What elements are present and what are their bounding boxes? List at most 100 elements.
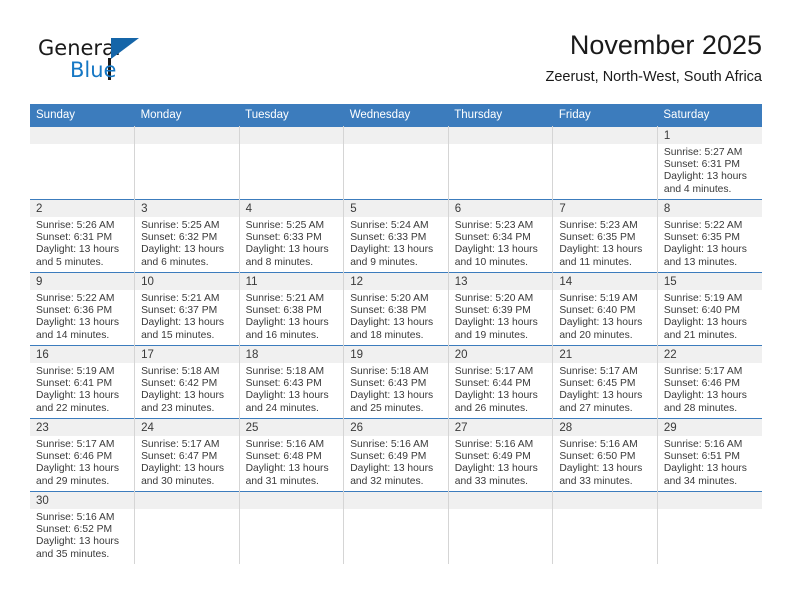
calendar-day-cell[interactable]: 1 Sunrise: 5:27 AM Sunset: 6:31 PM Daylight… xyxy=(657,126,762,200)
sunrise-line: Sunrise: 5:18 AM xyxy=(245,366,325,377)
sunrise-line: Sunrise: 5:21 AM xyxy=(141,293,220,304)
daylight-line: Daylight: 13 hours xyxy=(663,244,747,256)
day-number xyxy=(239,127,344,144)
calendar-day-cell[interactable]: 9 Sunrise: 5:22 AM Sunset: 6:36 PM Daylight… xyxy=(30,272,136,346)
calendar-day-cell[interactable]: 15 Sunrise: 5:19 AM Sunset: 6:40 PM Dayligh… xyxy=(657,272,762,346)
calendar-day-cell[interactable]: 19 Sunrise: 5:18 AM Sunset: 6:43 PM Dayligh… xyxy=(343,345,449,419)
day-details: Sunrise: 5:18 AM Sunset: 6:43 PM Daylight:… xyxy=(240,363,344,415)
calendar-day-cell[interactable]: 24 Sunrise: 5:17 AM Sunset: 6:47 PM Dayligh… xyxy=(134,418,240,492)
calendar-empty-cell xyxy=(552,126,658,200)
calendar-day-cell[interactable]: 4 Sunrise: 5:25 AM Sunset: 6:33 PM Daylight… xyxy=(239,199,345,273)
calendar-week-row: 23 Sunrise: 5:17 AM Sunset: 6:46 PM Dayligh… xyxy=(30,418,762,492)
sunset-line: Sunset: 6:49 PM xyxy=(350,451,427,463)
day-details: Sunrise: 5:16 AM Sunset: 6:50 PM Daylight:… xyxy=(553,436,657,488)
weekday-header-sunday: Sunday xyxy=(30,104,135,127)
calendar-day-cell[interactable]: 2 Sunrise: 5:26 AM Sunset: 6:31 PM Daylight… xyxy=(30,199,136,273)
sunset-line: Sunset: 6:45 PM xyxy=(559,378,636,390)
title-block: November 2025 Zeerust, North-West, South… xyxy=(545,28,762,88)
sunset-line: Sunset: 6:43 PM xyxy=(245,378,322,390)
calendar-day-cell[interactable]: 6 Sunrise: 5:23 AM Sunset: 6:34 PM Daylight… xyxy=(448,199,554,273)
sunrise-line: Sunrise: 5:26 AM xyxy=(36,220,115,231)
calendar-day-cell[interactable]: 25 Sunrise: 5:16 AM Sunset: 6:48 PM Dayligh… xyxy=(239,418,345,492)
daylight-line-2: and 15 minutes. xyxy=(141,329,215,341)
calendar-day-cell[interactable]: 12 Sunrise: 5:20 AM Sunset: 6:38 PM Dayligh… xyxy=(343,272,449,346)
daylight-line: Daylight: 13 hours xyxy=(245,390,329,402)
daylight-line-2: and 23 minutes. xyxy=(141,402,215,414)
daylight-line: Daylight: 13 hours xyxy=(559,317,643,329)
page-header: General Blue November 2025 Zeerust, Nort… xyxy=(30,28,762,98)
day-number xyxy=(344,492,448,509)
calendar-day-cell[interactable]: 27 Sunrise: 5:16 AM Sunset: 6:49 PM Dayligh… xyxy=(448,418,554,492)
calendar-empty-cell xyxy=(134,126,240,200)
weekday-header-saturday: Saturday xyxy=(657,104,762,127)
sunset-line: Sunset: 6:42 PM xyxy=(141,378,218,390)
sunrise-line: Sunrise: 5:16 AM xyxy=(559,439,638,450)
calendar-day-cell[interactable]: 20 Sunrise: 5:17 AM Sunset: 6:44 PM Dayligh… xyxy=(448,345,554,419)
calendar-day-cell[interactable]: 22 Sunrise: 5:17 AM Sunset: 6:46 PM Dayligh… xyxy=(657,345,762,419)
calendar-day-cell[interactable]: 28 Sunrise: 5:16 AM Sunset: 6:50 PM Dayligh… xyxy=(552,418,658,492)
day-details: Sunrise: 5:22 AM Sunset: 6:36 PM Daylight:… xyxy=(30,290,134,342)
calendar-day-cell[interactable]: 3 Sunrise: 5:25 AM Sunset: 6:32 PM Daylight… xyxy=(134,199,240,273)
day-number: 29 xyxy=(657,419,762,436)
day-details: Sunrise: 5:16 AM Sunset: 6:48 PM Daylight:… xyxy=(240,436,344,488)
calendar-empty-cell xyxy=(134,491,240,564)
calendar-day-cell[interactable]: 11 Sunrise: 5:21 AM Sunset: 6:38 PM Dayligh… xyxy=(239,272,345,346)
sunset-line: Sunset: 6:33 PM xyxy=(245,232,322,244)
day-number: 24 xyxy=(135,419,239,436)
calendar-day-cell[interactable]: 14 Sunrise: 5:19 AM Sunset: 6:40 PM Dayligh… xyxy=(552,272,658,346)
calendar-empty-cell xyxy=(30,126,136,200)
calendar-day-cell[interactable]: 7 Sunrise: 5:23 AM Sunset: 6:35 PM Daylight… xyxy=(552,199,658,273)
sunrise-line: Sunrise: 5:21 AM xyxy=(245,293,325,304)
day-details: Sunrise: 5:24 AM Sunset: 6:33 PM Daylight:… xyxy=(344,217,448,269)
day-number: 30 xyxy=(30,492,135,509)
daylight-line-2: and 4 minutes. xyxy=(663,183,732,195)
calendar-day-cell[interactable]: 17 Sunrise: 5:18 AM Sunset: 6:42 PM Dayligh… xyxy=(134,345,240,419)
sunset-line: Sunset: 6:48 PM xyxy=(245,451,322,463)
sunset-line: Sunset: 6:31 PM xyxy=(36,232,113,244)
daylight-line: Daylight: 13 hours xyxy=(141,317,225,329)
day-number xyxy=(239,492,344,509)
daylight-line-2: and 27 minutes. xyxy=(559,402,633,414)
day-details: Sunrise: 5:16 AM Sunset: 6:49 PM Daylight:… xyxy=(449,436,553,488)
calendar-day-cell[interactable]: 18 Sunrise: 5:18 AM Sunset: 6:43 PM Dayligh… xyxy=(239,345,345,419)
sunrise-line: Sunrise: 5:25 AM xyxy=(141,220,220,231)
sunrise-line: Sunrise: 5:22 AM xyxy=(36,293,115,304)
calendar-day-cell[interactable]: 30 Sunrise: 5:16 AM Sunset: 6:52 PM Dayligh… xyxy=(30,491,136,564)
day-details: Sunrise: 5:26 AM Sunset: 6:31 PM Daylight:… xyxy=(30,217,134,269)
calendar-day-cell[interactable]: 8 Sunrise: 5:22 AM Sunset: 6:35 PM Daylight… xyxy=(657,199,762,273)
calendar-header-row: Sunday Monday Tuesday Wednesday Thursday Frid… xyxy=(30,104,762,127)
calendar-day-cell[interactable]: 23 Sunrise: 5:17 AM Sunset: 6:46 PM Dayligh… xyxy=(30,418,136,492)
day-number: 21 xyxy=(553,346,657,363)
calendar-day-cell[interactable]: 10 Sunrise: 5:21 AM Sunset: 6:37 PM Dayligh… xyxy=(134,272,240,346)
sunset-line: Sunset: 6:50 PM xyxy=(559,451,636,463)
day-number xyxy=(553,492,657,509)
daylight-line-2: and 14 minutes. xyxy=(36,329,110,341)
weekday-header-monday: Monday xyxy=(134,104,240,127)
calendar-day-cell[interactable]: 16 Sunrise: 5:19 AM Sunset: 6:41 PM Dayligh… xyxy=(30,345,136,419)
day-details: Sunrise: 5:17 AM Sunset: 6:45 PM Daylight:… xyxy=(553,363,657,415)
daylight-line: Daylight: 13 hours xyxy=(454,463,538,475)
day-details: Sunrise: 5:19 AM Sunset: 6:40 PM Daylight:… xyxy=(658,290,762,342)
sunrise-line: Sunrise: 5:23 AM xyxy=(559,220,638,231)
day-number: 5 xyxy=(344,200,448,217)
day-details: Sunrise: 5:27 AM Sunset: 6:31 PM Daylight:… xyxy=(658,144,762,196)
daylight-line-2: and 30 minutes. xyxy=(141,475,215,487)
calendar-day-cell[interactable]: 21 Sunrise: 5:17 AM Sunset: 6:45 PM Dayligh… xyxy=(552,345,658,419)
calendar-day-cell[interactable]: 5 Sunrise: 5:24 AM Sunset: 6:33 PM Daylight… xyxy=(343,199,449,273)
day-number: 27 xyxy=(448,419,553,436)
daylight-line: Daylight: 13 hours xyxy=(141,463,225,475)
sunset-line: Sunset: 6:41 PM xyxy=(36,378,113,390)
logo-word-blue: Blue xyxy=(70,58,117,82)
day-number: 9 xyxy=(30,273,135,290)
calendar-week-row: 30 Sunrise: 5:16 AM Sunset: 6:52 PM Dayligh… xyxy=(30,491,762,564)
calendar-day-cell[interactable]: 13 Sunrise: 5:20 AM Sunset: 6:39 PM Dayligh… xyxy=(448,272,554,346)
day-number: 25 xyxy=(239,419,344,436)
calendar-day-cell[interactable]: 26 Sunrise: 5:16 AM Sunset: 6:49 PM Dayligh… xyxy=(343,418,449,492)
calendar-day-cell[interactable]: 29 Sunrise: 5:16 AM Sunset: 6:51 PM Dayligh… xyxy=(657,418,762,492)
daylight-line: Daylight: 13 hours xyxy=(141,390,225,402)
day-details: Sunrise: 5:25 AM Sunset: 6:32 PM Daylight:… xyxy=(135,217,239,269)
daylight-line: Daylight: 13 hours xyxy=(141,244,225,256)
daylight-line: Daylight: 13 hours xyxy=(454,390,538,402)
calendar-week-row: 16 Sunrise: 5:19 AM Sunset: 6:41 PM Dayligh… xyxy=(30,345,762,419)
sunrise-line: Sunrise: 5:17 AM xyxy=(559,366,638,377)
